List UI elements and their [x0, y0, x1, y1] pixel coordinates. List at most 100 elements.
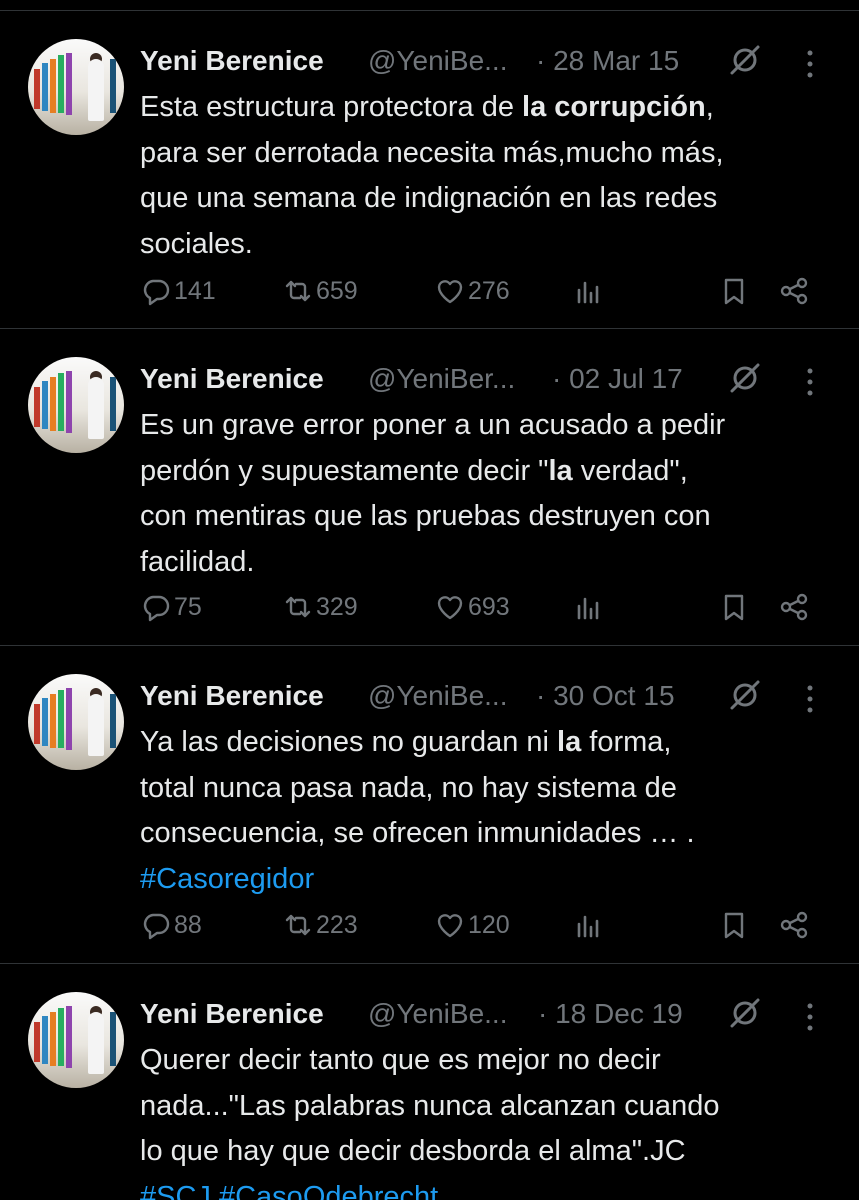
highlighted-text: la corrupción [522, 91, 706, 123]
tweet-actions: 141 659 276 [140, 271, 830, 311]
flag-decoration [58, 55, 64, 113]
hashtag-link[interactable]: #CasoOdebrecht [219, 1181, 438, 1200]
retweet-button[interactable]: 659 [282, 271, 358, 311]
like-icon [437, 914, 463, 938]
highlighted-text: la [557, 726, 582, 758]
retweet-icon [285, 596, 311, 618]
flag-decoration [50, 59, 56, 113]
avatar[interactable] [28, 39, 124, 135]
handle[interactable]: @YeniBe... [368, 45, 507, 77]
hashtag-link[interactable]: #SCJ [140, 1181, 211, 1200]
retweet-button[interactable]: 223 [282, 905, 358, 945]
tweet-header: Yeni Berenice @YeniBe... · 18 Dec 19 [140, 986, 830, 1036]
reply-icon [143, 595, 170, 622]
reply-button[interactable]: 88 [140, 905, 202, 945]
retweet-icon [285, 914, 311, 936]
reply-button[interactable]: 141 [140, 271, 216, 311]
views-button[interactable] [572, 271, 604, 311]
mute-icon[interactable] [728, 996, 762, 1030]
bookmark-icon [724, 912, 744, 939]
tweet[interactable]: Yeni Berenice @YeniBer... · 02 Jul 17 Es… [0, 328, 859, 646]
flag-decoration [42, 381, 48, 429]
retweet-count: 223 [316, 910, 358, 939]
flag-decoration [110, 694, 116, 748]
display-name[interactable]: Yeni Berenice [140, 45, 324, 77]
flag-decoration [110, 1012, 116, 1066]
views-icon [577, 597, 599, 620]
display-name[interactable]: Yeni Berenice [140, 998, 324, 1030]
tweet-date[interactable]: · 28 Mar 15 [536, 45, 679, 77]
tweet[interactable]: Yeni Berenice @YeniBe... · 18 Dec 19 Que… [0, 963, 859, 1200]
tweet-text-segment [211, 1181, 219, 1200]
share-icon [780, 593, 808, 621]
reply-count: 141 [174, 276, 216, 305]
share-button[interactable] [778, 587, 810, 627]
tweet-date[interactable]: · 18 Dec 19 [538, 998, 683, 1030]
person-figure [88, 694, 104, 756]
tweet[interactable]: Yeni Berenice @YeniBe... · 28 Mar 15 Est… [0, 10, 859, 330]
reply-count: 88 [174, 910, 202, 939]
flag-decoration [66, 688, 72, 750]
flag-decoration [58, 373, 64, 431]
flag-decoration [66, 371, 72, 433]
display-name[interactable]: Yeni Berenice [140, 363, 324, 395]
flag-decoration [42, 1016, 48, 1064]
tweet-text: Querer decir tanto que es mejor no decir… [140, 1038, 830, 1200]
flag-decoration [34, 387, 40, 427]
tweet-date[interactable]: · 02 Jul 17 [552, 363, 683, 395]
more-icon[interactable] [805, 684, 815, 714]
tweet-header: Yeni Berenice @YeniBe... · 30 Oct 15 [140, 668, 830, 718]
flag-decoration [110, 377, 116, 431]
bookmark-button[interactable] [718, 905, 750, 945]
flag-decoration [50, 694, 56, 748]
handle[interactable]: @YeniBer... [368, 363, 515, 395]
mute-icon[interactable] [728, 361, 762, 395]
tweet-text-segment: Esta estructura protectora de [140, 91, 523, 123]
highlighted-text: la [548, 454, 573, 487]
mute-icon[interactable] [728, 43, 762, 77]
handle[interactable]: @YeniBe... [368, 680, 507, 712]
flag-decoration [110, 59, 116, 113]
more-icon[interactable] [805, 367, 815, 397]
tweet-header: Yeni Berenice @YeniBer... · 02 Jul 17 [140, 351, 830, 401]
tweet-text: Es un grave error poner a un acusado a p… [140, 403, 830, 585]
tweet-text: Esta estructura protectora de la corrupc… [140, 85, 830, 267]
bookmark-button[interactable] [718, 587, 750, 627]
more-icon[interactable] [805, 1002, 815, 1032]
handle[interactable]: @YeniBe... [368, 998, 507, 1030]
retweet-count: 659 [316, 276, 358, 305]
like-count: 120 [468, 910, 510, 939]
tweet-text: Ya las decisiones no guardan ni la forma… [140, 720, 830, 902]
reply-button[interactable]: 75 [140, 587, 202, 627]
display-name[interactable]: Yeni Berenice [140, 680, 324, 712]
like-button[interactable]: 120 [434, 905, 510, 945]
tweet[interactable]: Yeni Berenice @YeniBe... · 30 Oct 15 Ya … [0, 645, 859, 965]
avatar[interactable] [28, 674, 124, 770]
retweet-icon [285, 280, 311, 302]
flag-decoration [34, 704, 40, 744]
like-button[interactable]: 276 [434, 271, 510, 311]
more-icon[interactable] [805, 49, 815, 79]
flag-decoration [50, 1012, 56, 1066]
like-count: 276 [468, 276, 510, 305]
hashtag-link[interactable]: #Casoregidor [140, 863, 314, 895]
mute-icon[interactable] [728, 678, 762, 712]
flag-decoration [34, 1022, 40, 1062]
like-button[interactable]: 693 [434, 587, 510, 627]
views-button[interactable] [572, 587, 604, 627]
views-button[interactable] [572, 905, 604, 945]
avatar[interactable] [28, 992, 124, 1088]
flag-decoration [66, 53, 72, 115]
bookmark-button[interactable] [718, 271, 750, 311]
retweet-button[interactable]: 329 [282, 587, 358, 627]
share-button[interactable] [778, 905, 810, 945]
reply-icon [143, 279, 170, 306]
share-button[interactable] [778, 271, 810, 311]
flag-decoration [50, 377, 56, 431]
person-figure [88, 377, 104, 439]
tweet-date[interactable]: · 30 Oct 15 [536, 680, 675, 712]
reply-icon [143, 913, 170, 940]
flag-decoration [42, 63, 48, 111]
avatar[interactable] [28, 357, 124, 453]
person-figure [88, 59, 104, 121]
